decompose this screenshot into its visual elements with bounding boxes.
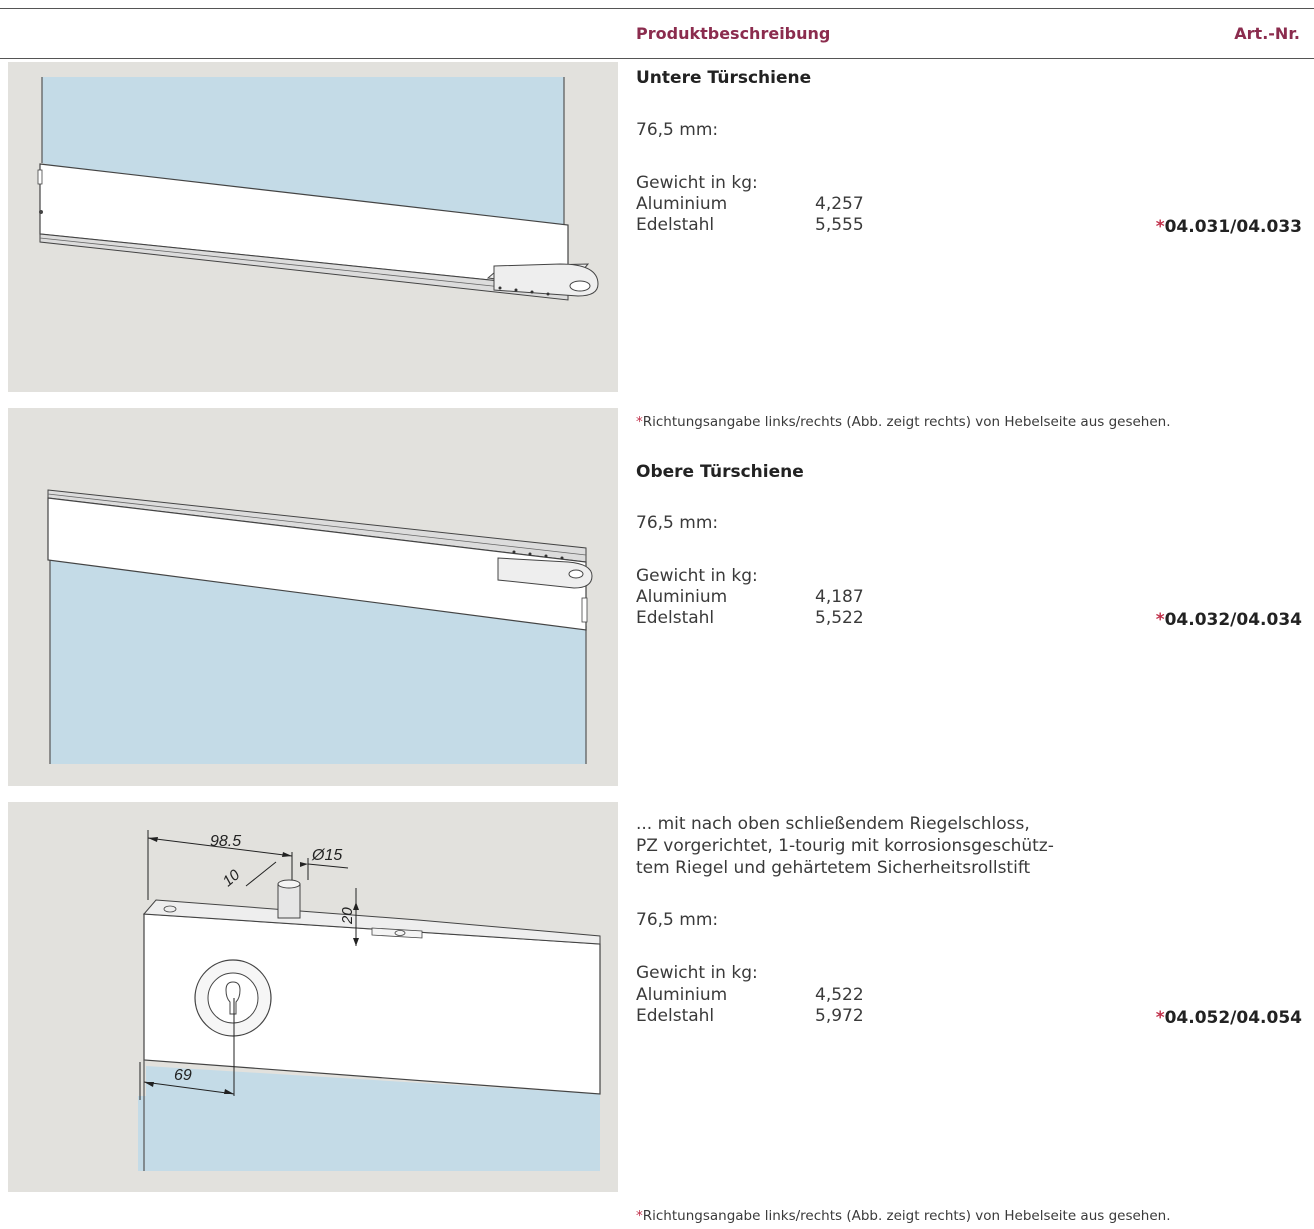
article-number: *04.052/04.054	[1156, 1008, 1302, 1029]
article-number: *04.031/04.033	[1156, 217, 1302, 238]
header-rule	[0, 58, 1314, 59]
product-dimension: 76,5 mm:	[636, 513, 719, 533]
material-name: Aluminium	[636, 587, 728, 607]
material-name: Edelstahl	[636, 608, 715, 628]
dimension-pin-offset: 10	[220, 866, 244, 890]
footnote-star: *	[636, 1208, 643, 1224]
material-weight: 4,187	[815, 587, 864, 607]
product-image-lock-rail-drawing: 98.5 Ø15 10 20 69	[8, 802, 618, 1192]
footnote-text: Richtungsangabe links/rechts (Abb. zeigt…	[642, 1208, 1171, 1224]
material-weight: 5,522	[815, 608, 864, 628]
product-title-lower-rail: Untere Türschiene	[636, 68, 812, 88]
product-dimension: 76,5 mm:	[636, 910, 719, 930]
material-name: Edelstahl	[636, 215, 715, 235]
material-weight: 4,522	[815, 985, 864, 1005]
article-star: *	[1155, 1008, 1165, 1028]
material-weight: 4,257	[815, 194, 864, 214]
weight-label: Gewicht in kg:	[636, 173, 758, 193]
product-description-line: PZ vorgerichtet, 1-tourig mit korrosions…	[636, 836, 1054, 856]
dimension-length: 98.5	[210, 833, 241, 850]
article-number-value: 04.031/04.033	[1164, 217, 1302, 237]
dimension-pin-height: 20	[339, 907, 356, 925]
dimension-diameter: Ø15	[311, 847, 342, 864]
column-header-description: Produktbeschreibung	[636, 24, 831, 43]
weight-label: Gewicht in kg:	[636, 963, 758, 983]
material-name: Aluminium	[636, 194, 728, 214]
article-number-value: 04.032/04.034	[1164, 610, 1302, 630]
footnote-star: *	[636, 414, 643, 430]
material-name: Aluminium	[636, 985, 728, 1005]
material-weight: 5,555	[815, 215, 864, 235]
footnote: *Richtungsangabe links/rechts (Abb. zeig…	[636, 414, 1171, 430]
dimension-lock-offset: 69	[174, 1067, 192, 1084]
article-number: *04.032/04.034	[1156, 610, 1302, 631]
product-description-line: tem Riegel und gehärtetem Sicherheitsrol…	[636, 858, 1031, 878]
weight-label: Gewicht in kg:	[636, 566, 758, 586]
column-header-article: Art.-Nr.	[1234, 24, 1300, 43]
material-weight: 5,972	[815, 1006, 864, 1026]
footnote: *Richtungsangabe links/rechts (Abb. zeig…	[636, 1208, 1171, 1224]
product-image-lower-rail	[8, 62, 618, 392]
article-star: *	[1155, 217, 1165, 237]
product-dimension: 76,5 mm:	[636, 120, 719, 140]
top-rule	[0, 8, 1314, 9]
product-description-line: ... mit nach oben schließendem Riegelsch…	[636, 814, 1030, 834]
article-star: *	[1155, 610, 1165, 630]
footnote-text: Richtungsangabe links/rechts (Abb. zeigt…	[642, 414, 1171, 430]
product-title-upper-rail: Obere Türschiene	[636, 462, 804, 482]
material-name: Edelstahl	[636, 1006, 715, 1026]
article-number-value: 04.052/04.054	[1164, 1008, 1302, 1028]
product-image-upper-rail	[8, 408, 618, 786]
